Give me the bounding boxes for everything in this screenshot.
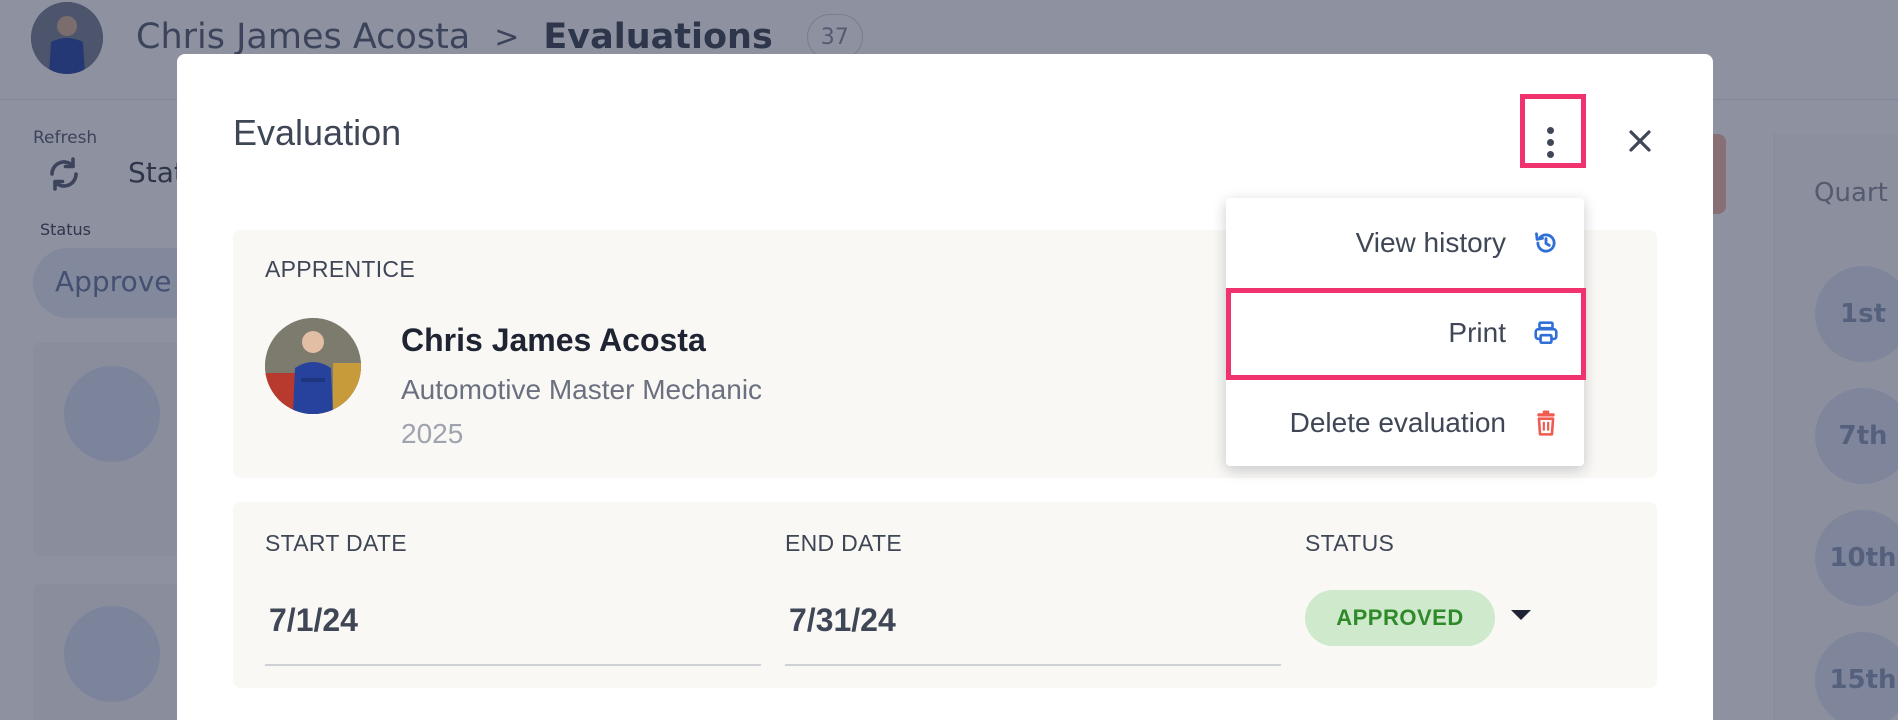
menu-item-delete-evaluation[interactable]: Delete evaluation xyxy=(1226,378,1584,468)
end-date-label: END DATE xyxy=(785,530,902,556)
more-vertical-icon xyxy=(1546,126,1554,134)
start-date-input[interactable]: 7/1/24 xyxy=(269,602,358,639)
end-date-underline xyxy=(785,664,1281,666)
apprentice-year: 2025 xyxy=(401,418,464,449)
start-date-underline xyxy=(265,664,761,666)
options-menu: View history Print Delete evaluation xyxy=(1226,198,1584,466)
apprentice-photo-icon xyxy=(265,318,361,414)
status-badge[interactable]: APPROVED xyxy=(1305,590,1495,646)
start-date-label: START DATE xyxy=(265,530,407,556)
status-label: STATUS xyxy=(1305,530,1395,556)
avatar xyxy=(265,318,361,414)
printer-icon xyxy=(1532,319,1560,347)
apprentice-name: Chris James Acosta xyxy=(401,322,706,358)
dates-card: START DATE 7/1/24 END DATE 7/31/24 STATU… xyxy=(233,502,1657,688)
history-icon xyxy=(1532,229,1560,257)
menu-item-label: Print xyxy=(1448,317,1506,348)
apprentice-program: Automotive Master Mechanic xyxy=(401,374,763,405)
apprentice-label: APPRENTICE xyxy=(265,256,415,282)
close-icon xyxy=(1629,130,1651,152)
chevron-down-icon[interactable] xyxy=(1511,610,1531,620)
close-button[interactable] xyxy=(1617,118,1663,164)
menu-item-view-history[interactable]: View history xyxy=(1226,198,1584,288)
more-options-button[interactable] xyxy=(1521,110,1579,174)
menu-item-label: View history xyxy=(1355,227,1506,258)
end-date-input[interactable]: 7/31/24 xyxy=(789,602,896,639)
menu-item-print[interactable]: Print xyxy=(1226,288,1584,378)
modal-title: Evaluation xyxy=(233,112,402,153)
menu-item-label: Delete evaluation xyxy=(1289,407,1506,438)
trash-icon xyxy=(1532,409,1560,437)
